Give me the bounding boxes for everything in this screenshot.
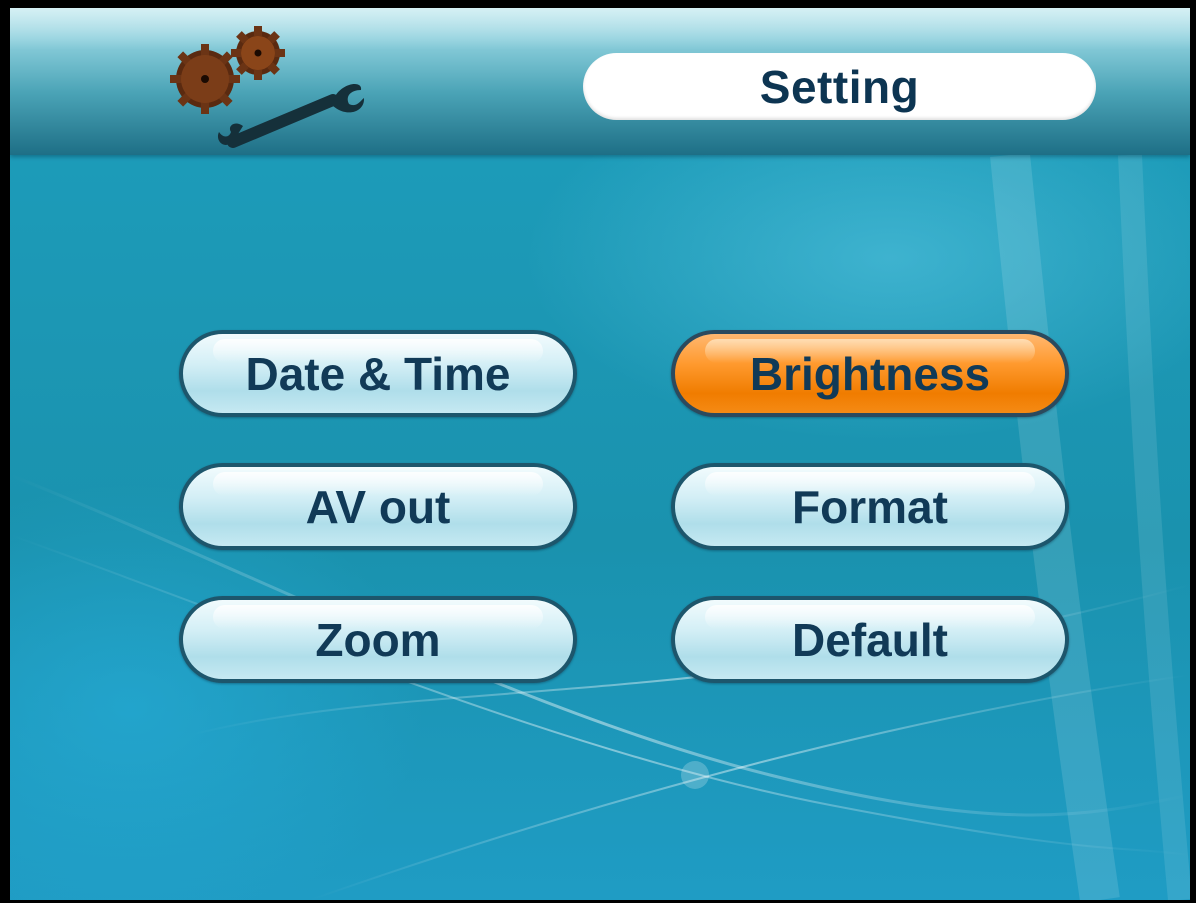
zoom-label: Zoom xyxy=(315,613,441,666)
brightness-button[interactable]: Brightness xyxy=(671,330,1069,417)
format-label: Format xyxy=(792,480,948,533)
settings-screen: Setting Date & Time Brightness AV out Fo… xyxy=(10,8,1190,900)
date-time-button[interactable]: Date & Time xyxy=(179,330,577,417)
large-gear-icon xyxy=(170,44,240,114)
wrench-icon xyxy=(217,84,365,148)
default-label: Default xyxy=(792,613,948,666)
small-gear-icon xyxy=(231,26,285,80)
av-out-button[interactable]: AV out xyxy=(179,463,577,550)
zoom-button[interactable]: Zoom xyxy=(179,596,577,683)
page-title: Setting xyxy=(759,60,920,113)
device-screen-frame: Setting Date & Time Brightness AV out Fo… xyxy=(0,0,1196,903)
title-banner: Setting xyxy=(583,53,1096,120)
date-time-label: Date & Time xyxy=(245,347,511,400)
gears-wrench-icon xyxy=(170,26,365,148)
default-button[interactable]: Default xyxy=(671,596,1069,683)
header-bar: Setting xyxy=(10,8,1190,155)
brightness-label: Brightness xyxy=(749,347,991,400)
format-button[interactable]: Format xyxy=(671,463,1069,550)
av-out-label: AV out xyxy=(305,480,451,533)
